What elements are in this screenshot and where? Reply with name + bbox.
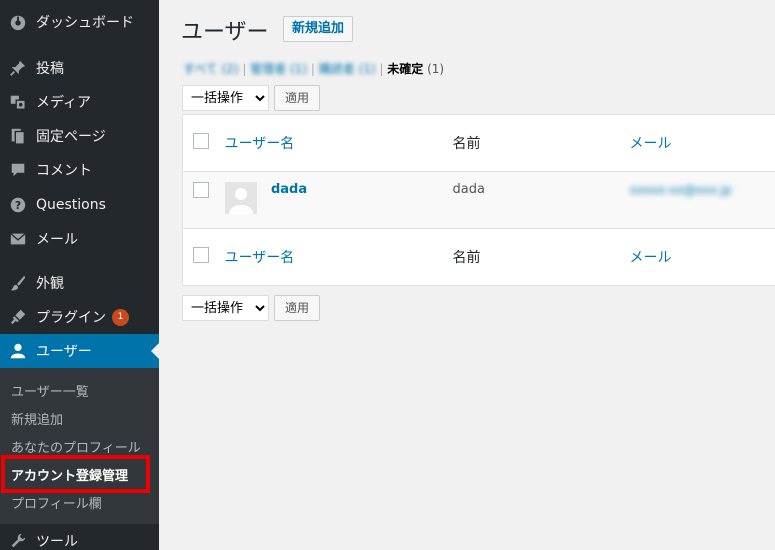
bulk-action-select[interactable]: 一括操作 [182, 85, 269, 111]
main-content: ユーザー 新規追加 すべて (2) | 管理者 (1) | 購読者 (1) | … [159, 0, 775, 550]
users-table: ユーザー名 名前 メール dada dada xxxxx-xx@xxx.jp ユ… [182, 114, 775, 286]
sidebar-item-label: 投稿 [36, 61, 64, 77]
column-email-header[interactable]: メール [630, 136, 672, 152]
svg-text:?: ? [15, 199, 21, 212]
sidebar-item-media[interactable]: メディア [0, 85, 159, 119]
sidebar-item-label: ツール [36, 534, 78, 550]
column-email-footer[interactable]: メール [630, 250, 672, 266]
select-all-checkbox-footer[interactable] [193, 247, 209, 263]
sidebar-item-label: メディア [36, 95, 92, 111]
column-name-footer: 名前 [452, 250, 481, 266]
table-header-row: ユーザー名 名前 メール [182, 115, 775, 172]
row-checkbox[interactable] [193, 182, 209, 198]
question-icon: ? [8, 195, 28, 215]
user-role-filters: すべて (2) | 管理者 (1) | 購読者 (1) | 未確定 (1) [183, 62, 445, 76]
sidebar-item-label: 外観 [36, 276, 64, 292]
plugin-icon [8, 307, 28, 327]
page-icon [8, 126, 28, 146]
sidebar-item-pages[interactable]: 固定ページ [0, 119, 159, 153]
filter-admin-link[interactable]: 管理者 (1) [250, 62, 307, 76]
filter-pending-link[interactable]: 未確定 [387, 62, 423, 76]
table-row: dada dada xxxxx-xx@xxx.jp [182, 171, 775, 229]
filter-subscriber-link[interactable]: 購読者 (1) [319, 62, 376, 76]
sidebar-item-questions[interactable]: ? Questions [0, 188, 159, 222]
user-icon [8, 341, 28, 361]
submenu-item-all-users[interactable]: ユーザー一覧 [0, 376, 159, 404]
sidebar-item-dashboard[interactable]: ダッシュボード [0, 5, 159, 39]
comment-icon [8, 160, 28, 180]
sidebar-item-label: コメント [36, 163, 92, 179]
sidebar-item-label: 固定ページ [36, 129, 106, 145]
bulk-actions-top: 一括操作 適用 [182, 84, 321, 112]
filter-pending-count: (1) [427, 62, 445, 76]
sidebar-item-plugins[interactable]: プラグイン 1 [0, 300, 159, 334]
media-icon [8, 92, 28, 112]
avatar [224, 182, 257, 214]
sidebar-item-posts[interactable]: 投稿 [0, 51, 159, 85]
submenu-item-add-new[interactable]: 新規追加 [0, 404, 159, 432]
sidebar-item-mail[interactable]: メール [0, 222, 159, 256]
sidebar-item-label: ダッシュボード [36, 15, 134, 31]
user-display-name: dada [452, 182, 485, 197]
select-all-checkbox[interactable] [193, 133, 209, 149]
user-email-link[interactable]: xxxxx-xx@xxx.jp [630, 183, 732, 197]
admin-sidebar: ダッシュボード 投稿 メディア 固定ページ コメント ? Questions メ… [0, 0, 159, 550]
sidebar-item-label: メール [36, 232, 78, 248]
apply-button-bottom[interactable]: 適用 [274, 295, 321, 321]
sidebar-item-label: プラグイン [36, 310, 106, 326]
users-submenu: ユーザー一覧 新規追加 あなたのプロフィール アカウント登録管理 プロフィール欄 [0, 368, 159, 524]
sidebar-item-label: Questions [36, 197, 106, 213]
apply-button[interactable]: 適用 [274, 85, 321, 111]
page-title: ユーザー [181, 20, 269, 45]
brush-icon [8, 273, 28, 293]
bulk-action-select-bottom[interactable]: 一括操作 [182, 295, 269, 321]
dashboard-icon [8, 12, 28, 32]
username-link[interactable]: dada [271, 182, 307, 197]
mail-icon [8, 229, 28, 249]
sidebar-item-tools[interactable]: ツール [0, 524, 159, 550]
update-count-badge: 1 [112, 308, 129, 326]
sidebar-item-users[interactable]: ユーザー [0, 334, 159, 368]
column-username-footer[interactable]: ユーザー名 [225, 250, 295, 266]
wrench-icon [8, 531, 28, 550]
column-name-header: 名前 [452, 136, 481, 152]
bulk-actions-bottom: 一括操作 適用 [182, 294, 321, 322]
sidebar-item-comments[interactable]: コメント [0, 153, 159, 187]
highlight-annotation-box [1, 455, 150, 493]
filter-all-link[interactable]: すべて (2) [183, 62, 239, 76]
add-new-user-button[interactable]: 新規追加 [283, 16, 354, 42]
sidebar-item-label: ユーザー [36, 344, 92, 360]
column-username-header[interactable]: ユーザー名 [225, 136, 295, 152]
table-footer-row: ユーザー名 名前 メール [182, 228, 775, 286]
pin-icon [8, 58, 28, 78]
sidebar-item-appearance[interactable]: 外観 [0, 266, 159, 300]
